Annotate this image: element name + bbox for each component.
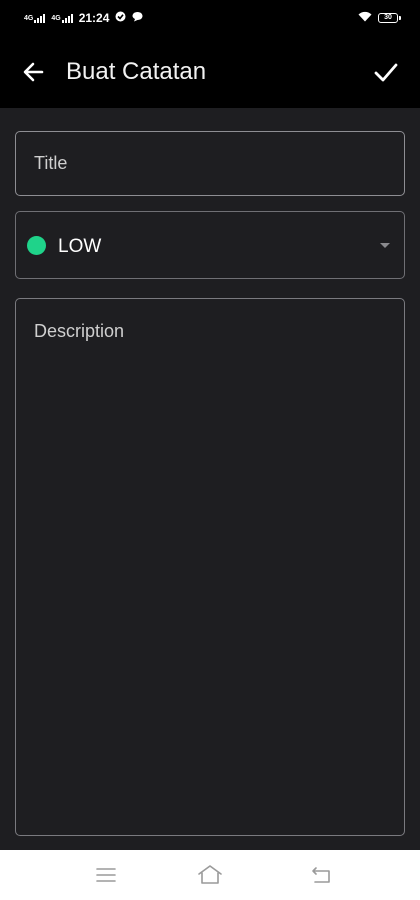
status-bar: 4G 4G 21:24 30 xyxy=(0,0,420,36)
signal-icon: 4G xyxy=(24,13,46,23)
title-field xyxy=(15,131,405,196)
priority-select[interactable]: LOW xyxy=(15,211,405,279)
system-nav-bar xyxy=(0,850,420,900)
status-time: 21:24 xyxy=(78,11,110,25)
chat-icon xyxy=(132,11,143,25)
back-icon xyxy=(312,867,330,883)
priority-color-dot xyxy=(27,236,46,255)
dropdown-arrow-icon xyxy=(380,243,390,248)
description-field xyxy=(15,298,405,836)
signal-icon: 4G xyxy=(51,13,73,23)
sync-icon xyxy=(115,11,126,25)
home-button[interactable] xyxy=(197,863,223,887)
back-nav-button[interactable] xyxy=(308,863,334,887)
recent-apps-button[interactable] xyxy=(93,863,119,887)
arrow-left-icon xyxy=(23,62,44,82)
check-icon xyxy=(374,63,398,82)
battery-level: 30 xyxy=(384,14,392,21)
wifi-icon xyxy=(358,11,372,25)
back-button[interactable] xyxy=(20,58,48,86)
page-title: Buat Catatan xyxy=(66,58,207,85)
status-left: 4G 4G 21:24 xyxy=(24,11,143,25)
signal-2-label: 4G xyxy=(51,14,61,22)
home-icon xyxy=(198,865,222,884)
signal-1-label: 4G xyxy=(24,14,34,22)
save-button[interactable] xyxy=(372,58,400,86)
battery-icon: 30 xyxy=(378,13,401,23)
title-input[interactable] xyxy=(16,132,404,195)
status-right: 30 xyxy=(358,11,401,25)
priority-selected-label: LOW xyxy=(58,236,102,257)
app-bar: Buat Catatan xyxy=(0,36,420,108)
menu-icon xyxy=(96,868,116,882)
description-input[interactable] xyxy=(16,299,404,835)
